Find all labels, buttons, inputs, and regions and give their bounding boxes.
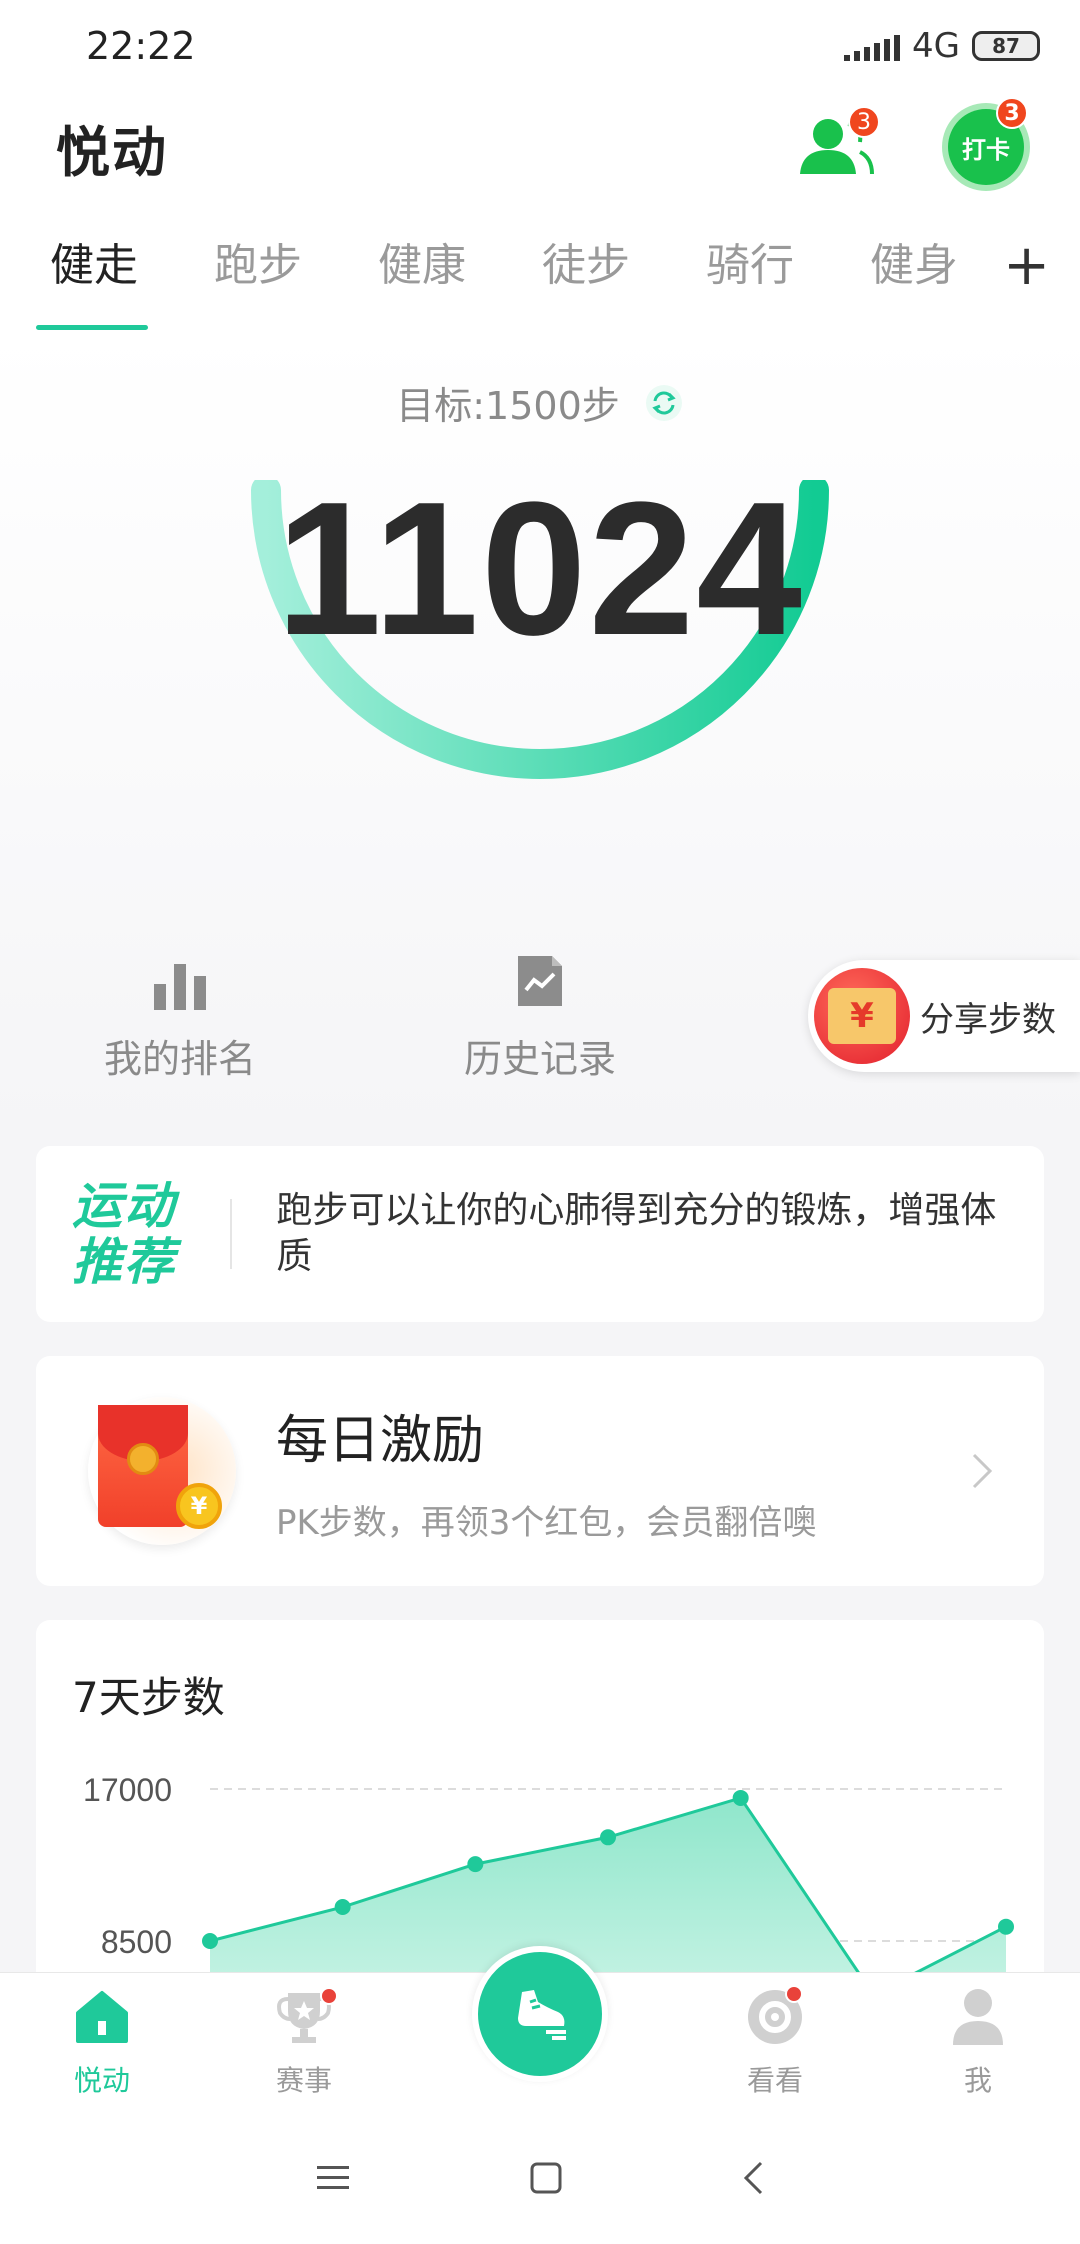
battery-icon: 87	[972, 31, 1040, 61]
data-point	[334, 1899, 351, 1916]
history-button[interactable]: 历史记录	[430, 950, 650, 1083]
nav-home[interactable]: 悦动	[22, 1985, 182, 2099]
nav-discover[interactable]: 看看	[695, 1985, 855, 2099]
discover-notification-dot	[785, 1985, 803, 2003]
nav-events-label: 赛事	[275, 2064, 332, 2097]
my-ranking-button[interactable]: 我的排名	[70, 950, 290, 1083]
history-label: 历史记录	[463, 1037, 616, 1081]
red-envelope-icon: ¥	[88, 1397, 236, 1545]
signal-icon	[844, 31, 901, 61]
profile-icon	[953, 1989, 1003, 2045]
tab-fitness[interactable]: 健身	[856, 202, 1020, 330]
friends-button[interactable]: 3	[798, 106, 880, 182]
sport-tabs: 健走 跑步 健康 徒步 骑行 健身 +	[0, 202, 1080, 330]
status-time: 22:22	[86, 24, 196, 68]
app-title: 悦动	[56, 120, 168, 184]
daily-reward-subtitle: PK步数，再领3个红包，会员翻倍噢	[276, 1503, 817, 1543]
share-steps-button[interactable]: ¥ 分享步数	[808, 960, 1080, 1072]
system-navigation-bar	[0, 2112, 1080, 2244]
app-header: 悦动 3 打卡 3	[0, 92, 1080, 202]
running-shoe-icon	[518, 1990, 566, 2040]
share-steps-label: 分享步数	[920, 999, 1056, 1040]
step-count: 11024	[276, 463, 804, 675]
nav-me[interactable]: 我	[898, 1985, 1058, 2099]
nav-events[interactable]: 赛事	[224, 1985, 384, 2099]
red-packet-icon: ¥	[814, 968, 910, 1064]
bar-chart-icon	[154, 964, 206, 1010]
daily-reward-card[interactable]: ¥ 每日激励 PK步数，再领3个红包，会员翻倍噢	[36, 1356, 1044, 1586]
goal-text: 目标:1500步	[396, 384, 620, 428]
y-tick-label: 17000	[83, 1772, 172, 1808]
home-icon	[76, 1991, 128, 2043]
back-icon[interactable]	[741, 2160, 765, 2196]
tab-cycle[interactable]: 骑行	[692, 202, 856, 330]
nav-discover-label: 看看	[746, 2064, 803, 2097]
history-chart-icon	[518, 956, 562, 1006]
daily-reward-title: 每日激励	[276, 1411, 485, 1471]
step-hero: 目标:1500步 11024 我的排名 历史记录 ¥ 分享步数	[0, 330, 1080, 1130]
home-square-icon[interactable]	[529, 2161, 563, 2195]
tab-run[interactable]: 跑步	[200, 202, 364, 330]
status-bar: 22:22 4G 87	[0, 0, 1080, 92]
recommendation-tag-line2: 推荐	[72, 1233, 176, 1291]
refresh-icon[interactable]	[644, 383, 684, 423]
exercise-recommendation-card[interactable]: 运动 推荐 跑步可以让你的心肺得到充分的锻炼，增强体质	[36, 1146, 1044, 1322]
y-tick-label: 8500	[101, 1924, 172, 1960]
start-exercise-button[interactable]	[472, 1946, 608, 2082]
checkin-button[interactable]: 打卡 3	[948, 97, 1028, 185]
menu-icon[interactable]	[315, 2163, 351, 2193]
divider	[230, 1199, 233, 1269]
data-point	[732, 1789, 749, 1806]
add-tab-button[interactable]: +	[1003, 238, 1050, 294]
recommendation-tag-line1: 运动	[72, 1177, 176, 1235]
battery-level: 87	[992, 34, 1020, 58]
network-type: 4G	[912, 26, 960, 66]
nav-home-label: 悦动	[73, 2064, 130, 2097]
checkin-badge: 3	[996, 97, 1028, 129]
tab-health[interactable]: 健康	[364, 202, 528, 330]
friends-badge: 3	[848, 106, 880, 138]
chevron-right-icon	[972, 1453, 993, 1489]
my-ranking-label: 我的排名	[103, 1037, 256, 1081]
tab-walk[interactable]: 健走	[36, 202, 200, 330]
checkin-label: 打卡	[962, 135, 1010, 164]
status-indicators: 4G 87	[844, 26, 1040, 66]
tab-hike[interactable]: 徒步	[528, 202, 692, 330]
data-point	[467, 1856, 484, 1873]
recommendation-tag: 运动 推荐	[72, 1178, 216, 1290]
recommendation-text: 跑步可以让你的心肺得到充分的锻炼，增强体质	[276, 1190, 997, 1277]
data-point	[998, 1918, 1014, 1935]
data-point	[600, 1829, 616, 1846]
goal-row: 目标:1500步	[0, 375, 1080, 430]
events-notification-dot	[320, 1987, 338, 2005]
nav-me-label: 我	[963, 2064, 992, 2097]
data-point	[202, 1933, 218, 1949]
